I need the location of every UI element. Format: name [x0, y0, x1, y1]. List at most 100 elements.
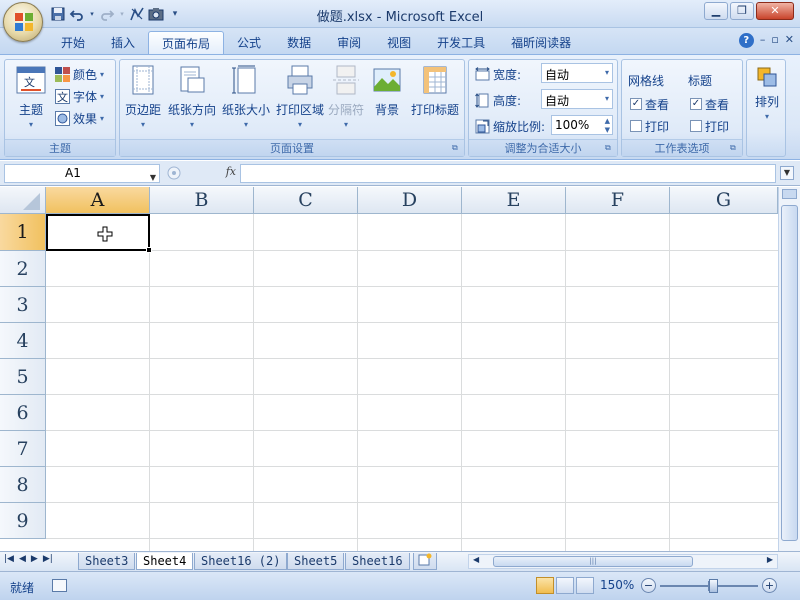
worksheet-grid[interactable]: A B C D E F G 1 2 3 4 5 6 7 8 9 [0, 187, 778, 551]
split-handle[interactable] [782, 189, 797, 199]
headings-print-checkbox[interactable] [690, 120, 702, 132]
width-combo[interactable]: 自动 ▾ [541, 63, 613, 83]
help-icon[interactable]: ? [738, 33, 754, 48]
zoom-in-button[interactable]: + [762, 578, 777, 593]
column-header-d[interactable]: D [358, 187, 462, 214]
breaks-button[interactable]: 分隔符 ▾ [326, 62, 366, 129]
sheet-tab-sheet16-2[interactable]: Sheet16 (2) [194, 553, 288, 570]
tab-page-layout[interactable]: 页面布局 [148, 31, 225, 54]
row-header-3[interactable]: 3 [0, 287, 46, 323]
orientation-button[interactable]: 纸张方向 ▾ [166, 62, 218, 129]
page-layout-view-button[interactable] [556, 577, 574, 594]
row-header-7[interactable]: 7 [0, 431, 46, 467]
horizontal-scroll-thumb[interactable]: ||| [493, 556, 693, 567]
margins-button[interactable]: 页边距 ▾ [122, 62, 164, 129]
background-button[interactable]: 背景 [368, 62, 406, 118]
gridlines-print-option[interactable]: 打印 [630, 116, 669, 136]
page-break-preview-button[interactable] [576, 577, 594, 594]
tab-foxit-reader[interactable]: 福昕阅读器 [498, 31, 584, 54]
headings-view-checkbox[interactable]: ✓ [690, 98, 702, 110]
tab-formulas[interactable]: 公式 [224, 31, 274, 54]
theme-fonts-button[interactable]: 文 字体 ▾ [55, 86, 104, 106]
tab-developer[interactable]: 开发工具 [424, 31, 498, 54]
tab-home[interactable]: 开始 [48, 31, 98, 54]
height-combo[interactable]: 自动 ▾ [541, 89, 613, 109]
orientation-label: 纸张方向 [167, 103, 216, 117]
arrange-button[interactable]: 排列 ▾ [749, 64, 785, 121]
insert-function-button[interactable]: fx [226, 165, 236, 178]
tab-review[interactable]: 审阅 [324, 31, 374, 54]
tab-insert[interactable]: 插入 [98, 31, 148, 54]
gridlines-view-option[interactable]: ✓ 查看 [630, 94, 669, 114]
first-sheet-icon[interactable]: |◀ [4, 554, 14, 564]
height-label-row: 高度: [475, 90, 521, 110]
macro-record-icon[interactable] [52, 579, 67, 592]
column-header-a[interactable]: A [46, 187, 150, 214]
scroll-right-icon[interactable]: ▶ [767, 555, 773, 564]
headings-view-option[interactable]: ✓ 查看 [690, 94, 729, 114]
row-header-8[interactable]: 8 [0, 467, 46, 503]
themes-button[interactable]: 文 主题 ▾ [11, 62, 51, 129]
column-header-b[interactable]: B [150, 187, 254, 214]
minimize-button[interactable]: ▁ [704, 2, 728, 20]
dialog-launcher-icon[interactable]: ⧉ [452, 143, 462, 153]
dialog-launcher-icon[interactable]: ⧉ [730, 143, 740, 153]
vertical-scrollbar[interactable] [778, 187, 800, 551]
tab-view[interactable]: 视图 [374, 31, 424, 54]
themes-icon: 文 [16, 66, 46, 94]
insert-sheet-button[interactable] [413, 553, 437, 570]
fill-handle[interactable] [146, 247, 152, 253]
next-sheet-icon[interactable]: ▶ [31, 554, 38, 564]
horizontal-scrollbar[interactable]: ◀ ||| ▶ [468, 554, 778, 569]
name-box[interactable]: A1 ▼ [4, 164, 160, 183]
gridline [565, 214, 566, 551]
sheet-tab-sheet4[interactable]: Sheet4 [136, 553, 194, 570]
print-area-button[interactable]: 打印区域 ▾ [274, 62, 326, 129]
row-header-6[interactable]: 6 [0, 395, 46, 431]
gridlines-view-checkbox[interactable]: ✓ [630, 98, 642, 110]
gridlines-print-checkbox[interactable] [630, 120, 642, 132]
print-titles-button[interactable]: 打印标题 [408, 62, 462, 118]
expand-formula-bar-button[interactable]: ▼ [780, 166, 794, 180]
formula-input[interactable] [240, 164, 776, 183]
theme-effects-button[interactable]: 效果 ▾ [55, 108, 104, 128]
ribbon-minimize-button[interactable]: – [760, 33, 766, 48]
row-header-2[interactable]: 2 [0, 251, 46, 287]
resize-handle-icon[interactable] [166, 165, 182, 181]
scroll-left-icon[interactable]: ◀ [473, 555, 479, 564]
dialog-launcher-icon[interactable]: ⧉ [605, 143, 615, 153]
spin-up-icon[interactable]: ▲ [605, 117, 610, 125]
prev-sheet-icon[interactable]: ◀ [19, 554, 26, 564]
column-header-f[interactable]: F [566, 187, 670, 214]
scale-spinner[interactable]: 100% ▲ ▼ [551, 115, 613, 135]
zoom-level[interactable]: 150% [600, 578, 634, 592]
ribbon-close-button[interactable]: ✕ [785, 33, 794, 48]
close-button[interactable]: ✕ [756, 2, 794, 20]
select-all-button[interactable] [0, 187, 46, 214]
row-header-5[interactable]: 5 [0, 359, 46, 395]
office-button[interactable] [3, 2, 43, 42]
zoom-out-button[interactable]: − [641, 578, 656, 593]
sheet-tab-sheet5[interactable]: Sheet5 [287, 553, 345, 570]
normal-view-button[interactable] [536, 577, 554, 594]
size-button[interactable]: 纸张大小 ▾ [220, 62, 272, 129]
restore-button[interactable]: ❐ [730, 2, 754, 20]
gridline [46, 502, 778, 503]
headings-print-option[interactable]: 打印 [690, 116, 729, 136]
ribbon-restore-button[interactable]: ▫ [771, 33, 778, 48]
last-sheet-icon[interactable]: ▶| [43, 554, 53, 564]
spin-down-icon[interactable]: ▼ [605, 126, 610, 134]
row-header-4[interactable]: 4 [0, 323, 46, 359]
theme-colors-button[interactable]: 颜色 ▾ [55, 64, 104, 84]
chevron-down-icon[interactable]: ▼ [150, 169, 156, 186]
sheet-tab-sheet3[interactable]: Sheet3 [78, 553, 136, 570]
column-header-e[interactable]: E [462, 187, 566, 214]
tab-data[interactable]: 数据 [274, 31, 324, 54]
row-header-9[interactable]: 9 [0, 503, 46, 539]
column-header-c[interactable]: C [254, 187, 358, 214]
row-header-1[interactable]: 1 [0, 214, 46, 251]
vertical-scroll-thumb[interactable] [781, 205, 798, 541]
zoom-slider-thumb[interactable] [709, 579, 718, 593]
column-header-g[interactable]: G [670, 187, 778, 214]
sheet-tab-sheet16[interactable]: Sheet16 [345, 553, 410, 570]
